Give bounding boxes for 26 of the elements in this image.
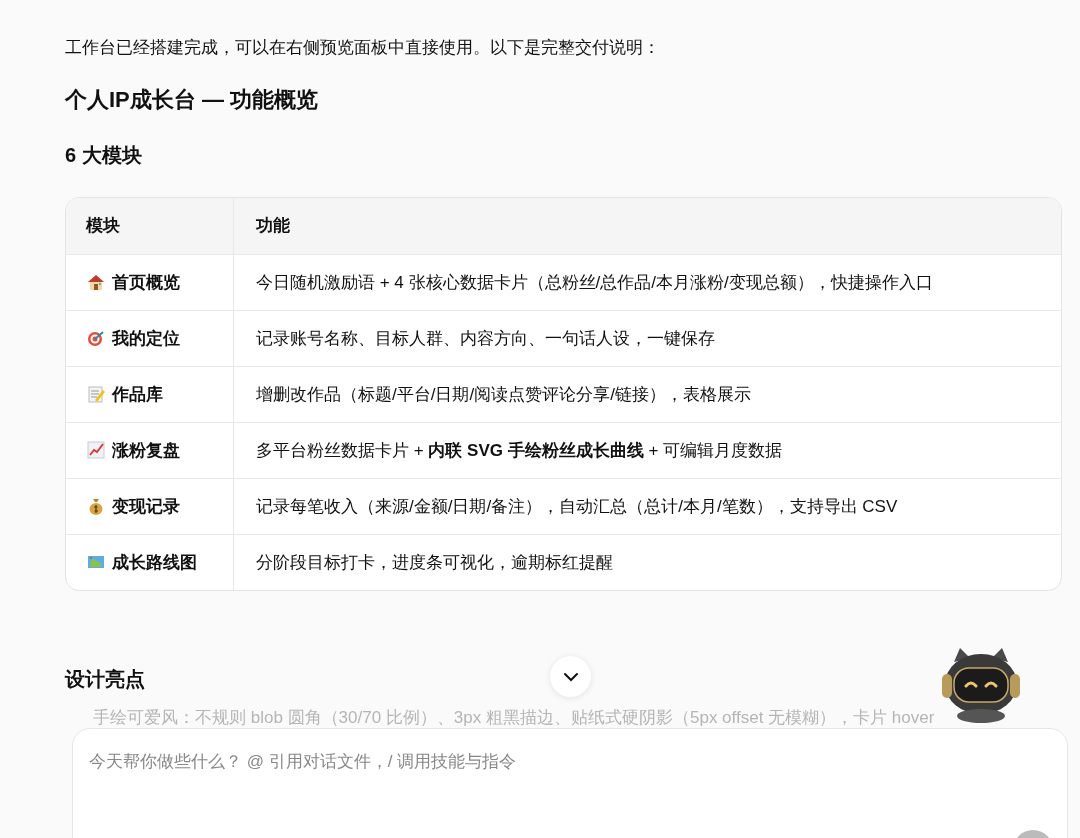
- section-heading: 6 大模块: [65, 142, 143, 167]
- scroll-down-button[interactable]: [550, 656, 591, 697]
- module-name: 我的定位: [112, 327, 180, 350]
- chevron-down-icon: [562, 671, 579, 682]
- table-cell-text: 今日随机激励语 + 4 张核心数据卡片（总粉丝/总作品/本月涨粉/变现总额），快捷操作入口: [256, 271, 933, 294]
- table-cell-text: 记录账号名称、目标人群、内容方向、一句话人设，一键保存: [256, 327, 715, 350]
- module-name: 涨粉复盘: [112, 439, 180, 462]
- faded-bullet-text: 手绘可爱风：不规则 blob 圆角（30/70 比例）、3px 粗黑描边、贴纸式硬阴影（5px offset 无模糊），卡片 hover: [92, 706, 936, 729]
- module-name: 首页概览: [112, 271, 180, 294]
- chart-icon: [86, 440, 106, 461]
- table-cell-text: 多平台粉丝数据卡片 + 内联 SVG 手绘粉丝成长曲线 + 可编辑月度数据: [256, 439, 783, 462]
- module-name: 变现记录: [112, 495, 180, 518]
- page-title: 个人IP成长台 — 功能概览: [65, 86, 319, 113]
- column-header: 功能: [256, 215, 290, 238]
- table-cell-text: 增删改作品（标题/平台/日期/阅读点赞评论分享/链接），表格展示: [256, 383, 751, 406]
- table-cell-text: 记录每笔收入（来源/金额/日期/备注），自动汇总（总计/本月/笔数），支持导出 CSV: [256, 495, 898, 518]
- column-header: 模块: [86, 215, 120, 238]
- section-heading: 设计亮点: [65, 666, 145, 691]
- house-icon: [86, 272, 106, 293]
- table-cell-text: 分阶段目标打卡，进度条可视化，逾期标红提醒: [256, 551, 613, 574]
- module-name: 成长路线图: [112, 551, 197, 574]
- target-icon: [86, 328, 106, 349]
- module-name: 作品库: [112, 383, 163, 406]
- intro-text: 工作台已经搭建完成，可以在右侧预览面板中直接使用。以下是完整交付说明：: [65, 37, 661, 59]
- message-input[interactable]: 今天帮你做些什么？ @ 引用对话文件，/ 调用技能与指令: [72, 728, 1068, 838]
- memo-icon: [86, 384, 106, 405]
